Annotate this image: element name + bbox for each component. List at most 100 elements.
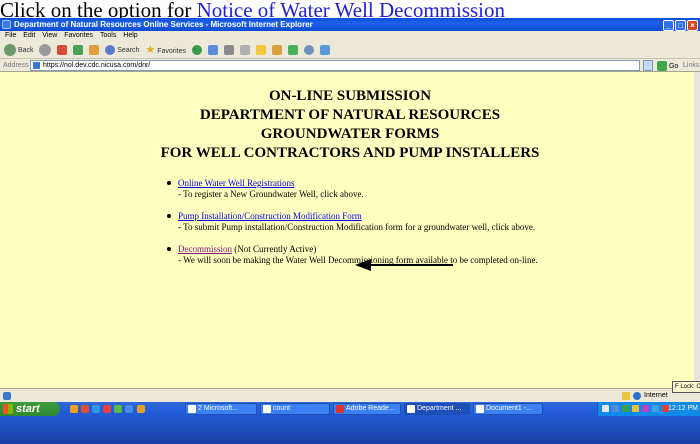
research-icon [271, 45, 282, 56]
menu-favorites[interactable]: Favorites [64, 32, 93, 39]
not-active-note: (Not Currently Active) [232, 244, 317, 254]
page-heading-4: FOR WELL CONTRACTORS AND PUMP INSTALLERS [160, 145, 540, 161]
tray-icon[interactable] [652, 405, 659, 412]
address-url: https://nol.dev.cdc.nicusa.com/dnr/ [43, 62, 151, 69]
tools-icon [319, 45, 330, 56]
star-icon: ★ [145, 44, 156, 56]
word-icon [476, 405, 484, 413]
status-bar: Internet F Lock: OFF [0, 381, 700, 402]
search-icon [105, 45, 116, 56]
history-button[interactable] [191, 42, 202, 60]
favorites-button[interactable]: ★ Favorites [145, 41, 186, 61]
zone-label: Internet [644, 392, 668, 399]
internet-zone-icon [633, 392, 641, 400]
page-icon [33, 62, 40, 69]
quicklaunch-icon[interactable] [81, 405, 89, 413]
word-icon [188, 405, 196, 413]
address-dropdown-button[interactable] [643, 60, 653, 71]
refresh-button[interactable] [73, 42, 84, 60]
annotation-arrow-icon [355, 259, 453, 271]
start-button[interactable]: start [0, 402, 60, 416]
tray-icon[interactable] [632, 405, 639, 412]
quicklaunch-icon[interactable] [125, 405, 133, 413]
print-icon [223, 45, 234, 56]
bullet-icon [167, 247, 171, 251]
tray-icon[interactable] [602, 405, 609, 412]
page-heading-1: ON-LINE SUBMISSION [268, 88, 432, 104]
water-well-registration-link[interactable]: Online Water Well Registrations [178, 178, 294, 188]
home-icon [89, 45, 100, 56]
adobe-reader-icon [336, 405, 344, 413]
spreadsheet-icon [263, 405, 271, 413]
search-button[interactable]: Search [105, 42, 139, 60]
list-item: Pump Installation/Construction Modificat… [165, 211, 565, 233]
item-description: - To submit Pump installation/Constructi… [178, 222, 536, 232]
quicklaunch-icon[interactable] [114, 405, 122, 413]
quicklaunch-icon[interactable] [137, 405, 145, 413]
address-label: Address [3, 62, 29, 69]
tray-icon[interactable] [622, 405, 629, 412]
folder-button[interactable] [255, 42, 266, 60]
list-item: Online Water Well Registrations - To reg… [165, 178, 565, 200]
window-title: Department of Natural Resources Online S… [14, 20, 313, 29]
task-button[interactable]: Department ... [404, 403, 470, 415]
standard-toolbar: Back Search ★ Favorites [0, 41, 700, 59]
back-button[interactable]: Back [4, 42, 34, 60]
tray-icon[interactable] [642, 405, 649, 412]
tools-button[interactable] [319, 42, 330, 60]
mail-icon [207, 45, 218, 56]
decommission-link[interactable]: Decommission [178, 244, 232, 254]
task-button[interactable]: Document1 -... [473, 403, 543, 415]
minimize-button[interactable]: _ [663, 20, 674, 31]
bullet-icon [167, 181, 171, 185]
page-content: ON-LINE SUBMISSION DEPARTMENT OF NATURAL… [0, 72, 700, 388]
tray-icon[interactable] [612, 405, 619, 412]
quicklaunch-icon[interactable] [70, 405, 78, 413]
menu-bar: File Edit View Favorites Tools Help [0, 31, 700, 41]
bullet-icon [167, 214, 171, 218]
vertical-scrollbar[interactable] [694, 72, 700, 388]
address-input[interactable]: https://nol.dev.cdc.nicusa.com/dnr/ [30, 60, 640, 71]
menu-edit[interactable]: Edit [23, 32, 35, 39]
menu-file[interactable]: File [5, 32, 16, 39]
task-button[interactable]: 2 Microsoft... [185, 403, 257, 415]
item-description: - To register a New Groundwater Well, cl… [178, 189, 364, 199]
clock[interactable]: 12:12 PM [668, 402, 698, 416]
page-heading-2: DEPARTMENT OF NATURAL RESOURCES [199, 107, 501, 123]
window-titlebar[interactable]: Department of Natural Resources Online S… [0, 18, 700, 31]
f-lock-indicator: F Lock: OFF [672, 381, 700, 393]
page-heading-3: GROUNDWATER FORMS [260, 126, 440, 142]
maximize-button[interactable]: □ [675, 20, 686, 31]
menu-help[interactable]: Help [123, 32, 137, 39]
address-bar: Address https://nol.dev.cdc.nicusa.com/d… [0, 59, 700, 72]
forward-button[interactable] [39, 42, 52, 60]
task-button[interactable]: Adobe Reade... [333, 403, 401, 415]
discuss-icon [303, 45, 314, 56]
refresh-icon [73, 45, 84, 56]
messenger-icon [287, 45, 298, 56]
messenger-button[interactable] [287, 42, 298, 60]
mail-button[interactable] [207, 42, 218, 60]
print-button[interactable] [223, 42, 234, 60]
quicklaunch-icon[interactable] [92, 405, 100, 413]
history-icon [191, 45, 202, 56]
links-button[interactable]: Links [683, 59, 699, 72]
internet-explorer-icon [407, 405, 415, 413]
stop-icon [57, 45, 68, 56]
quicklaunch-icon[interactable] [103, 405, 111, 413]
research-button[interactable] [271, 42, 282, 60]
task-button[interactable]: count [260, 403, 330, 415]
stop-button[interactable] [57, 42, 68, 60]
system-tray: 12:12 PM [597, 402, 700, 416]
menu-view[interactable]: View [42, 32, 57, 39]
close-button[interactable]: × [687, 20, 698, 31]
edit-button[interactable] [239, 42, 250, 60]
menu-tools[interactable]: Tools [100, 32, 116, 39]
home-button[interactable] [89, 42, 100, 60]
folder-icon [255, 45, 266, 56]
discuss-button[interactable] [303, 42, 314, 60]
pump-installation-form-link[interactable]: Pump Installation/Construction Modificat… [178, 211, 362, 221]
internet-explorer-icon [2, 20, 11, 29]
taskbar: start 2 Microsoft... count Adobe Reade..… [0, 402, 700, 444]
back-arrow-icon [4, 44, 16, 57]
